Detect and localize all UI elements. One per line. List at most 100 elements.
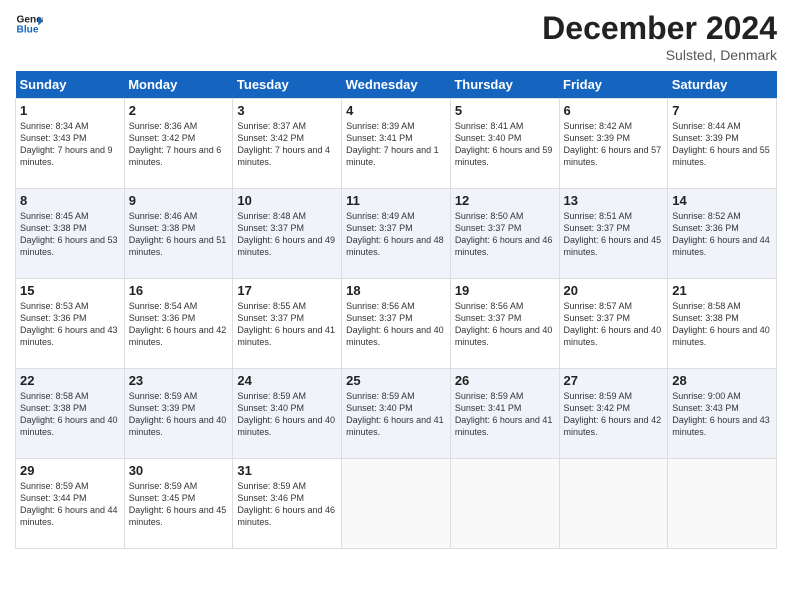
table-row — [342, 459, 451, 549]
day-number: 8 — [20, 193, 120, 208]
cell-content: Sunrise: 8:59 AMSunset: 3:45 PMDaylight:… — [129, 480, 229, 529]
table-row: 8 Sunrise: 8:45 AMSunset: 3:38 PMDayligh… — [16, 189, 125, 279]
table-row: 7 Sunrise: 8:44 AMSunset: 3:39 PMDayligh… — [668, 99, 777, 189]
day-number: 16 — [129, 283, 229, 298]
col-sunday: Sunday — [16, 71, 125, 99]
cell-content: Sunrise: 8:59 AMSunset: 3:46 PMDaylight:… — [237, 480, 337, 529]
col-tuesday: Tuesday — [233, 71, 342, 99]
cell-content: Sunrise: 8:46 AMSunset: 3:38 PMDaylight:… — [129, 210, 229, 259]
table-row: 11 Sunrise: 8:49 AMSunset: 3:37 PMDaylig… — [342, 189, 451, 279]
day-number: 5 — [455, 103, 555, 118]
cell-content: Sunrise: 8:45 AMSunset: 3:38 PMDaylight:… — [20, 210, 120, 259]
table-row: 25 Sunrise: 8:59 AMSunset: 3:40 PMDaylig… — [342, 369, 451, 459]
table-row: 19 Sunrise: 8:56 AMSunset: 3:37 PMDaylig… — [450, 279, 559, 369]
day-number: 2 — [129, 103, 229, 118]
table-row: 5 Sunrise: 8:41 AMSunset: 3:40 PMDayligh… — [450, 99, 559, 189]
cell-content: Sunrise: 8:50 AMSunset: 3:37 PMDaylight:… — [455, 210, 555, 259]
day-number: 19 — [455, 283, 555, 298]
cell-content: Sunrise: 8:42 AMSunset: 3:39 PMDaylight:… — [564, 120, 664, 169]
col-thursday: Thursday — [450, 71, 559, 99]
cell-content: Sunrise: 9:00 AMSunset: 3:43 PMDaylight:… — [672, 390, 772, 439]
col-saturday: Saturday — [668, 71, 777, 99]
table-row: 24 Sunrise: 8:59 AMSunset: 3:40 PMDaylig… — [233, 369, 342, 459]
day-number: 9 — [129, 193, 229, 208]
cell-content: Sunrise: 8:36 AMSunset: 3:42 PMDaylight:… — [129, 120, 229, 169]
table-row: 4 Sunrise: 8:39 AMSunset: 3:41 PMDayligh… — [342, 99, 451, 189]
cell-content: Sunrise: 8:59 AMSunset: 3:40 PMDaylight:… — [237, 390, 337, 439]
calendar-table: Sunday Monday Tuesday Wednesday Thursday… — [15, 71, 777, 549]
table-row: 23 Sunrise: 8:59 AMSunset: 3:39 PMDaylig… — [124, 369, 233, 459]
day-number: 4 — [346, 103, 446, 118]
table-row: 22 Sunrise: 8:58 AMSunset: 3:38 PMDaylig… — [16, 369, 125, 459]
cell-content: Sunrise: 8:58 AMSunset: 3:38 PMDaylight:… — [20, 390, 120, 439]
day-number: 14 — [672, 193, 772, 208]
table-row: 12 Sunrise: 8:50 AMSunset: 3:37 PMDaylig… — [450, 189, 559, 279]
cell-content: Sunrise: 8:37 AMSunset: 3:42 PMDaylight:… — [237, 120, 337, 169]
day-number: 17 — [237, 283, 337, 298]
table-row: 1 Sunrise: 8:34 AMSunset: 3:43 PMDayligh… — [16, 99, 125, 189]
day-number: 30 — [129, 463, 229, 478]
day-number: 1 — [20, 103, 120, 118]
day-number: 24 — [237, 373, 337, 388]
day-number: 20 — [564, 283, 664, 298]
day-number: 15 — [20, 283, 120, 298]
day-number: 25 — [346, 373, 446, 388]
table-row: 14 Sunrise: 8:52 AMSunset: 3:36 PMDaylig… — [668, 189, 777, 279]
table-row: 18 Sunrise: 8:56 AMSunset: 3:37 PMDaylig… — [342, 279, 451, 369]
table-row: 2 Sunrise: 8:36 AMSunset: 3:42 PMDayligh… — [124, 99, 233, 189]
cell-content: Sunrise: 8:54 AMSunset: 3:36 PMDaylight:… — [129, 300, 229, 349]
day-number: 23 — [129, 373, 229, 388]
table-row: 20 Sunrise: 8:57 AMSunset: 3:37 PMDaylig… — [559, 279, 668, 369]
day-number: 29 — [20, 463, 120, 478]
col-monday: Monday — [124, 71, 233, 99]
table-row: 9 Sunrise: 8:46 AMSunset: 3:38 PMDayligh… — [124, 189, 233, 279]
table-row — [450, 459, 559, 549]
cell-content: Sunrise: 8:59 AMSunset: 3:44 PMDaylight:… — [20, 480, 120, 529]
page-container: General Blue December 2024 Sulsted, Denm… — [0, 0, 792, 559]
day-number: 18 — [346, 283, 446, 298]
title-block: December 2024 Sulsted, Denmark — [542, 10, 777, 63]
day-number: 28 — [672, 373, 772, 388]
location: Sulsted, Denmark — [542, 47, 777, 63]
col-friday: Friday — [559, 71, 668, 99]
table-row: 13 Sunrise: 8:51 AMSunset: 3:37 PMDaylig… — [559, 189, 668, 279]
day-number: 27 — [564, 373, 664, 388]
table-row: 10 Sunrise: 8:48 AMSunset: 3:37 PMDaylig… — [233, 189, 342, 279]
cell-content: Sunrise: 8:59 AMSunset: 3:40 PMDaylight:… — [346, 390, 446, 439]
cell-content: Sunrise: 8:34 AMSunset: 3:43 PMDaylight:… — [20, 120, 120, 169]
day-number: 10 — [237, 193, 337, 208]
table-row: 31 Sunrise: 8:59 AMSunset: 3:46 PMDaylig… — [233, 459, 342, 549]
table-row: 17 Sunrise: 8:55 AMSunset: 3:37 PMDaylig… — [233, 279, 342, 369]
day-number: 22 — [20, 373, 120, 388]
cell-content: Sunrise: 8:57 AMSunset: 3:37 PMDaylight:… — [564, 300, 664, 349]
table-row: 26 Sunrise: 8:59 AMSunset: 3:41 PMDaylig… — [450, 369, 559, 459]
day-number: 12 — [455, 193, 555, 208]
day-number: 6 — [564, 103, 664, 118]
day-number: 13 — [564, 193, 664, 208]
logo-icon: General Blue — [15, 10, 43, 38]
col-wednesday: Wednesday — [342, 71, 451, 99]
table-row: 30 Sunrise: 8:59 AMSunset: 3:45 PMDaylig… — [124, 459, 233, 549]
table-row: 6 Sunrise: 8:42 AMSunset: 3:39 PMDayligh… — [559, 99, 668, 189]
cell-content: Sunrise: 8:56 AMSunset: 3:37 PMDaylight:… — [346, 300, 446, 349]
day-number: 3 — [237, 103, 337, 118]
table-row — [668, 459, 777, 549]
day-number: 11 — [346, 193, 446, 208]
table-row — [559, 459, 668, 549]
cell-content: Sunrise: 8:44 AMSunset: 3:39 PMDaylight:… — [672, 120, 772, 169]
cell-content: Sunrise: 8:55 AMSunset: 3:37 PMDaylight:… — [237, 300, 337, 349]
day-number: 26 — [455, 373, 555, 388]
table-row: 21 Sunrise: 8:58 AMSunset: 3:38 PMDaylig… — [668, 279, 777, 369]
cell-content: Sunrise: 8:39 AMSunset: 3:41 PMDaylight:… — [346, 120, 446, 169]
day-number: 21 — [672, 283, 772, 298]
table-row: 29 Sunrise: 8:59 AMSunset: 3:44 PMDaylig… — [16, 459, 125, 549]
cell-content: Sunrise: 8:53 AMSunset: 3:36 PMDaylight:… — [20, 300, 120, 349]
day-number: 31 — [237, 463, 337, 478]
cell-content: Sunrise: 8:58 AMSunset: 3:38 PMDaylight:… — [672, 300, 772, 349]
cell-content: Sunrise: 8:41 AMSunset: 3:40 PMDaylight:… — [455, 120, 555, 169]
cell-content: Sunrise: 8:49 AMSunset: 3:37 PMDaylight:… — [346, 210, 446, 259]
month-title: December 2024 — [542, 10, 777, 47]
day-number: 7 — [672, 103, 772, 118]
cell-content: Sunrise: 8:52 AMSunset: 3:36 PMDaylight:… — [672, 210, 772, 259]
cell-content: Sunrise: 8:59 AMSunset: 3:41 PMDaylight:… — [455, 390, 555, 439]
